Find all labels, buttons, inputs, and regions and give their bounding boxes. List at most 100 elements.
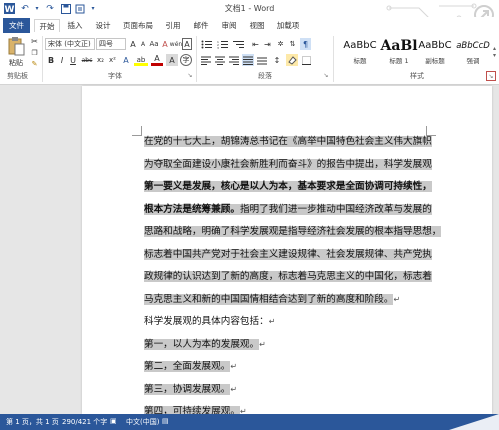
paragraph-group-label: 段落 bbox=[258, 72, 272, 80]
status-bar: 第 1 页，共 1 页 290/421 个字 ▣ 中文(中国) ▤ bbox=[0, 414, 499, 430]
style-name: 标题 bbox=[353, 57, 367, 65]
word-count[interactable]: 290/421 个字 bbox=[62, 417, 107, 427]
proofing-icon[interactable]: ▣ bbox=[110, 417, 117, 425]
underline-button[interactable]: U bbox=[68, 54, 78, 66]
italic-button[interactable]: I bbox=[57, 54, 67, 66]
macro-record-icon[interactable]: ▤ bbox=[162, 417, 169, 425]
tab-home[interactable]: 开始 bbox=[34, 19, 60, 32]
phonetic-guide-button[interactable]: wén bbox=[170, 38, 182, 50]
document-page[interactable]: 在党的十七大上，胡锦涛总书记在《高举中国特色社会主义伟大旗帜为夺取全面建设小康社… bbox=[82, 86, 492, 417]
tab-mailings[interactable]: 邮件 bbox=[188, 19, 214, 32]
tab-insert[interactable]: 插入 bbox=[62, 19, 88, 32]
clipboard-group-label: 剪贴板 bbox=[7, 72, 28, 80]
document-line[interactable]: 马克思主义和新的中国国情相结合达到了新的高度和阶段。↵ bbox=[144, 292, 400, 308]
tab-page-layout[interactable]: 页面布局 bbox=[118, 19, 158, 32]
numbering-icon[interactable]: 123 bbox=[216, 38, 229, 50]
document-line[interactable]: 根本方法是统筹兼顾。指明了我们进一步推动中国经济改革与发展的 bbox=[144, 202, 432, 218]
change-case-button[interactable]: Aa bbox=[148, 38, 160, 50]
character-border-button[interactable]: A bbox=[182, 38, 192, 50]
grow-font-button[interactable]: A bbox=[128, 38, 138, 50]
align-center-icon[interactable] bbox=[214, 54, 226, 66]
tab-view[interactable]: 视图 bbox=[244, 19, 270, 32]
line-text-tail: 指明了我们进一步推动中国经济改革与发展的 bbox=[239, 203, 432, 215]
document-line[interactable]: 思路和战略，明确了科学发展观是指导经济社会发展的根本指导思想， bbox=[144, 224, 442, 240]
distributed-icon[interactable] bbox=[256, 54, 268, 66]
paragraph-mark-icon: ↵ bbox=[393, 294, 401, 304]
multilevel-list-icon[interactable] bbox=[232, 38, 245, 50]
line-text: 第二，全面发展观。 bbox=[144, 361, 231, 372]
document-line[interactable]: 第三，协调发展观。↵ bbox=[144, 382, 237, 398]
language-indicator[interactable]: 中文(中国) bbox=[126, 417, 159, 427]
superscript-button[interactable]: x² bbox=[107, 54, 118, 66]
font-name-select[interactable]: 宋体 (中文正) bbox=[45, 38, 95, 50]
chinese-layout-icon[interactable]: ✲ bbox=[275, 38, 286, 50]
style-name: 强调 bbox=[466, 57, 480, 65]
strikethrough-button[interactable]: abc bbox=[80, 54, 94, 66]
document-line[interactable]: 第二，全面发展观。↵ bbox=[144, 359, 237, 375]
shrink-font-button[interactable]: A bbox=[138, 38, 148, 50]
highlight-button[interactable]: ab bbox=[134, 54, 148, 66]
paragraph-dialog-launcher-icon[interactable]: ↘ bbox=[322, 71, 330, 79]
document-line[interactable]: 在党的十七大上，胡锦涛总书记在《高举中国特色社会主义伟大旗帜 bbox=[144, 134, 432, 150]
copy-icon[interactable]: ❐ bbox=[30, 48, 39, 57]
enclose-characters-button[interactable]: 字 bbox=[180, 54, 192, 66]
page-count[interactable]: 第 1 页，共 1 页 bbox=[6, 417, 59, 427]
line-text: 第一，以人为本的发展观。 bbox=[144, 338, 260, 350]
paste-button[interactable]: 粘贴 bbox=[3, 58, 29, 68]
tab-references[interactable]: 引用 bbox=[160, 19, 186, 32]
tab-design[interactable]: 设计 bbox=[90, 19, 116, 32]
borders-icon[interactable] bbox=[300, 54, 312, 66]
character-shading-button[interactable]: A bbox=[166, 54, 178, 66]
style-title[interactable]: AaBbC 标题 bbox=[338, 37, 382, 67]
line-text: 标志着中国共产党对于社会主义建设规律、社会发展规律、共产党执 bbox=[144, 248, 432, 260]
format-painter-icon[interactable]: ✎ bbox=[30, 59, 39, 68]
margin-marker bbox=[132, 126, 142, 136]
line-text: 政规律的认识达到了新的高度，标志着马克思主义的中国化，标志着 bbox=[144, 271, 432, 282]
title-bar: W ↶ ▾ ↷ ▾ 文档1 - Word bbox=[0, 0, 499, 47]
align-right-icon[interactable] bbox=[228, 54, 240, 66]
bold-button[interactable]: B bbox=[46, 54, 56, 66]
tab-file[interactable]: 文件 bbox=[3, 18, 30, 33]
line-spacing-icon[interactable]: ↕ bbox=[271, 54, 283, 66]
document-line[interactable]: 第一要义是发展，核心是以人为本，基本要求是全面协调可持续性， bbox=[144, 179, 432, 195]
styles-scroll-icon[interactable]: ▴ ▾ bbox=[491, 38, 498, 66]
font-size-select[interactable]: 四号 bbox=[96, 38, 126, 50]
separator bbox=[42, 36, 43, 82]
line-text: 思路和战略，明确了科学发展观是指导经济社会发展的根本指导思想， bbox=[144, 226, 442, 237]
styles-dialog-launcher-icon[interactable]: ↘ bbox=[486, 71, 496, 81]
font-color-button[interactable]: A bbox=[151, 54, 163, 66]
increase-indent-icon[interactable]: ⇥ bbox=[262, 38, 273, 50]
cut-icon[interactable]: ✂ bbox=[30, 37, 39, 46]
justify-icon[interactable] bbox=[242, 54, 254, 66]
separator bbox=[333, 36, 334, 82]
show-marks-icon[interactable]: ¶ bbox=[300, 38, 311, 50]
document-line[interactable]: 政规律的认识达到了新的高度，标志着马克思主义的中国化，标志着 bbox=[144, 269, 432, 285]
sort-icon[interactable]: ⇅ bbox=[287, 38, 298, 50]
style-emphasis[interactable]: aBbCcD 强调 bbox=[451, 37, 495, 67]
line-text: 为夺取全面建设小康社会新胜利而奋斗》的报告中提出，科学发展观 bbox=[144, 158, 432, 170]
font-group-label: 字体 bbox=[108, 72, 122, 80]
document-line[interactable]: 科学发展观的具体内容包括：↵ bbox=[144, 314, 275, 330]
document-line[interactable]: 为夺取全面建设小康社会新胜利而奋斗》的报告中提出，科学发展观 bbox=[144, 157, 432, 173]
subscript-button[interactable]: x₂ bbox=[95, 54, 106, 66]
bullets-icon[interactable] bbox=[200, 38, 213, 50]
paste-icon[interactable] bbox=[6, 35, 26, 57]
line-text: 第三，协调发展观。 bbox=[144, 383, 231, 395]
paragraph-mark-icon: ↵ bbox=[259, 339, 266, 349]
document-line[interactable]: 第一，以人为本的发展观。↵ bbox=[144, 337, 266, 353]
shading-icon[interactable] bbox=[286, 54, 298, 66]
clear-format-button[interactable]: A bbox=[160, 38, 170, 50]
document-line[interactable]: 标志着中国共产党对于社会主义建设规律、社会发展规律、共产党执 bbox=[144, 247, 432, 263]
align-left-icon[interactable] bbox=[200, 54, 212, 66]
line-text: 科学发展观的具体内容包括： bbox=[144, 316, 269, 327]
separator bbox=[196, 36, 197, 82]
document-area: 在党的十七大上，胡锦涛总书记在《高举中国特色社会主义伟大旗帜为夺取全面建设小康社… bbox=[0, 86, 499, 417]
ribbon-tabs: 文件 开始 插入 设计 页面布局 引用 邮件 审阅 视图 加载项 bbox=[0, 17, 499, 33]
tab-addins[interactable]: 加载项 bbox=[272, 19, 304, 32]
font-dialog-launcher-icon[interactable]: ↘ bbox=[186, 71, 194, 79]
line-text: 根本方法是统筹兼顾。 bbox=[144, 203, 240, 215]
text-effects-button[interactable]: A bbox=[120, 54, 132, 66]
line-text: 第一要义是发展，核心是以人为本，基本要求是全面协调可持续性， bbox=[144, 181, 432, 192]
decrease-indent-icon[interactable]: ⇤ bbox=[250, 38, 261, 50]
tab-review[interactable]: 审阅 bbox=[216, 19, 242, 32]
